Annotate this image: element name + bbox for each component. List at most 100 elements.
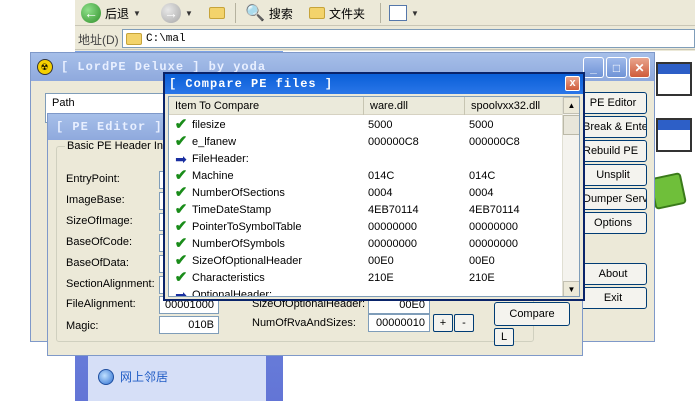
break-enter-button[interactable]: Break & Enter: [579, 116, 647, 138]
search-button[interactable]: 🔍 搜索: [245, 2, 293, 24]
file1-value: 4EB70114: [368, 203, 419, 216]
compare-list[interactable]: Item To Compare ware.dll spoolvxx32.dll …: [168, 96, 580, 297]
arrow-right-icon: ➡: [175, 151, 187, 166]
scroll-thumb[interactable]: [563, 115, 579, 135]
path-column-header[interactable]: Path: [46, 94, 174, 112]
chevron-down-icon: ▼: [411, 8, 419, 18]
l-button[interactable]: L: [494, 328, 514, 346]
magic-field[interactable]: 010B: [159, 316, 219, 334]
column-header-file2[interactable]: spoolvxx32.dll: [465, 97, 563, 115]
increase-button[interactable]: +: [433, 314, 453, 332]
radiation-icon: ☢: [37, 59, 53, 75]
rebuild-pe-button[interactable]: Rebuild PE: [579, 140, 647, 162]
about-button[interactable]: About: [579, 263, 647, 285]
file1-value: 0004: [368, 186, 393, 199]
item-cell: ✔ Machine: [169, 168, 364, 183]
table-row[interactable]: ✔ PointerToSymbolTable 00000000 00000000: [169, 218, 563, 235]
file1-value: 014C: [368, 169, 395, 182]
unsplit-button[interactable]: Unsplit: [579, 164, 647, 186]
explorer-toolbar: ← 后退 ▼ → ▼ 🔍 搜索 文件夹 ▼: [75, 0, 695, 26]
arrow-right-icon: ➡: [175, 287, 187, 297]
table-row[interactable]: ✔ filesize 5000 5000: [169, 116, 563, 133]
item-name: NumberOfSections: [192, 186, 285, 199]
table-row[interactable]: ✔ TimeDateStamp 4EB70114 4EB70114: [169, 201, 563, 218]
minimize-button[interactable]: _: [583, 57, 604, 78]
folders-label: 文件夹: [329, 6, 366, 21]
item-name: NumberOfSymbols: [192, 237, 285, 250]
item-name: OptionalHeader:: [192, 288, 273, 297]
exit-button[interactable]: Exit: [579, 287, 647, 309]
toolbar-separator: [380, 3, 381, 23]
back-button[interactable]: ← 后退 ▼: [81, 2, 141, 24]
forward-arrow-icon: →: [161, 3, 181, 23]
folders-button[interactable]: 文件夹: [309, 2, 365, 24]
file2-value: 210E: [469, 271, 495, 284]
check-icon: ✔: [174, 168, 188, 183]
filealignment-label: FileAlignment:: [66, 298, 136, 310]
background-window-fragment: [656, 118, 692, 152]
back-arrow-icon: ←: [81, 3, 101, 23]
table-row[interactable]: ✔ NumberOfSections 0004 0004: [169, 184, 563, 201]
views-button[interactable]: ▼: [389, 2, 419, 24]
imagebase-label: ImageBase:: [66, 194, 125, 206]
numofrvaandsizes-field[interactable]: 00000010: [368, 314, 430, 332]
file2-value: 00E0: [469, 254, 495, 267]
item-name: FileHeader:: [192, 152, 249, 165]
network-places-icon: [98, 368, 114, 385]
chevron-down-icon: ▼: [185, 8, 193, 18]
close-icon[interactable]: x: [565, 76, 580, 91]
file2-value: 00000000: [469, 237, 518, 250]
file2-value: 014C: [469, 169, 496, 182]
check-icon: ✔: [174, 253, 188, 268]
task-item-network[interactable]: 网上邻居: [98, 368, 168, 385]
file2-value: 4EB70114: [469, 203, 520, 216]
compare-pe-dialog: [ Compare PE files ] x Item To Compare w…: [163, 72, 585, 301]
address-label: 地址(D): [78, 33, 119, 47]
views-icon: [389, 5, 407, 21]
maximize-button[interactable]: □: [606, 57, 627, 78]
item-cell: ✔ SizeOfOptionalHeader: [169, 253, 364, 268]
check-icon: ✔: [174, 219, 188, 234]
forward-button[interactable]: → ▼: [161, 2, 193, 24]
item-cell: ✔ NumberOfSymbols: [169, 236, 364, 251]
table-row[interactable]: ✔ e_lfanew 000000C8 000000C8: [169, 133, 563, 150]
file2-value: 5000: [469, 118, 494, 131]
scroll-up-icon[interactable]: ▲: [563, 97, 579, 114]
table-row[interactable]: ➡ FileHeader:: [169, 150, 563, 167]
scroll-down-icon[interactable]: ▼: [563, 281, 579, 296]
search-icon: 🔍: [245, 5, 265, 22]
compare-button[interactable]: Compare: [494, 302, 570, 326]
background-window-fragment: [656, 62, 692, 96]
item-name: Characteristics: [192, 271, 265, 284]
item-cell: ✔ PointerToSymbolTable: [169, 219, 364, 234]
table-row[interactable]: ✔ NumberOfSymbols 00000000 00000000: [169, 235, 563, 252]
table-row[interactable]: ✔ Machine 014C 014C: [169, 167, 563, 184]
check-icon: ✔: [174, 134, 188, 149]
check-icon: ✔: [174, 185, 188, 200]
table-row[interactable]: ✔ Characteristics 210E 210E: [169, 269, 563, 286]
decrease-button[interactable]: -: [454, 314, 474, 332]
up-folder-button[interactable]: [209, 2, 225, 24]
sectionalignment-label: SectionAlignment:: [66, 278, 155, 290]
pe-editor-title: [ PE Editor ]: [56, 120, 163, 134]
folder-icon: [126, 32, 142, 45]
table-row[interactable]: ➡ OptionalHeader:: [169, 286, 563, 297]
dumper-server-button[interactable]: Dumper Server: [579, 188, 647, 210]
options-button[interactable]: Options: [579, 212, 647, 234]
search-label: 搜索: [268, 6, 293, 21]
vertical-scrollbar[interactable]: ▲ ▼: [562, 97, 579, 296]
compare-list-header: Item To Compare ware.dll spoolvxx32.dll: [169, 97, 563, 115]
column-header-item[interactable]: Item To Compare: [169, 97, 364, 115]
file1-value: 5000: [368, 118, 393, 131]
item-cell: ✔ e_lfanew: [169, 134, 364, 149]
pe-editor-button[interactable]: PE Editor: [579, 92, 647, 114]
table-row[interactable]: ✔ SizeOfOptionalHeader 00E0 00E0: [169, 252, 563, 269]
check-icon: ✔: [174, 117, 188, 132]
address-input[interactable]: C:\mal: [122, 29, 695, 48]
check-icon: ✔: [174, 270, 188, 285]
file1-value: 000000C8: [368, 135, 419, 148]
sizeofimage-label: SizeOfImage:: [66, 215, 133, 227]
column-header-file1[interactable]: ware.dll: [364, 97, 465, 115]
magic-label: Magic:: [66, 320, 99, 332]
close-button[interactable]: ✕: [629, 57, 650, 78]
